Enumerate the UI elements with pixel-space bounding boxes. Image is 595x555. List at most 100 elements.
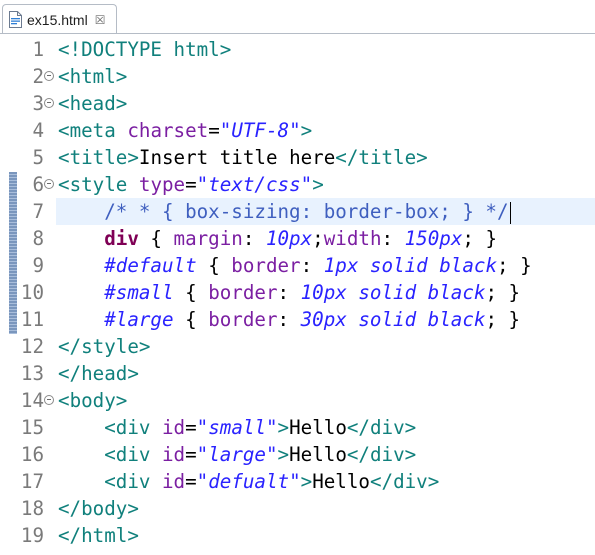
code-token: "text/css": [196, 173, 313, 196]
tab-ex15-html[interactable]: ex15.html ☒: [2, 4, 117, 34]
code-token: </: [335, 146, 359, 169]
code-token: html: [69, 65, 116, 88]
code-token: >: [127, 497, 139, 520]
code-text: div { margin: 10px;width: 150px; }: [58, 225, 497, 252]
line-number: 8: [32, 227, 44, 250]
line-number: 15: [20, 416, 44, 439]
fold-toggle-icon[interactable]: [44, 179, 54, 189]
tab-title: ex15.html: [27, 11, 88, 28]
code-token: div: [393, 470, 428, 493]
code-line[interactable]: 1 <!DOCTYPE html>: [0, 36, 595, 63]
code-token: </: [58, 524, 82, 547]
code-token: <: [104, 443, 116, 466]
line-number: 18: [20, 497, 44, 520]
code-line[interactable]: 7 /* * { box-sizing: border-box; } */: [0, 198, 595, 225]
code-editor[interactable]: 1 <!DOCTYPE html> 2 <html> 3 <head> 4 <meta cha…: [0, 34, 595, 555]
code-token: >: [127, 524, 139, 547]
code-token: >: [138, 335, 151, 358]
code-line[interactable]: 8 div { margin: 10px;width: 150px; }: [0, 225, 595, 252]
close-tab-icon[interactable]: ☒: [95, 14, 106, 26]
code-text: </body>: [58, 495, 139, 522]
code-token: ; }: [462, 227, 498, 250]
code-token: "UTF-8": [219, 119, 301, 142]
code-token: border: [231, 254, 301, 277]
code-line[interactable]: 19 </html>: [0, 522, 595, 549]
line-number: 11: [20, 308, 44, 331]
code-text: #large { border: 30px solid black; }: [58, 306, 520, 333]
code-line[interactable]: 13 </head>: [0, 360, 595, 387]
code-token: id: [162, 443, 186, 466]
line-number: 16: [20, 443, 44, 466]
code-token: <: [58, 119, 70, 142]
code-line[interactable]: 17 <div id="defualt">Hello</div>: [0, 468, 595, 495]
html-file-icon: [9, 11, 22, 28]
fold-toggle-icon[interactable]: [44, 98, 54, 108]
line-number: 13: [20, 362, 44, 385]
text-caret: [509, 201, 511, 224]
code-line[interactable]: 3 <head>: [0, 90, 595, 117]
code-token: :: [381, 227, 405, 250]
code-token: body: [69, 389, 116, 412]
code-token: div: [115, 443, 151, 466]
code-token: <: [58, 65, 70, 88]
code-token: </: [58, 497, 82, 520]
fold-toggle-icon[interactable]: [44, 71, 54, 81]
code-token: body: [81, 497, 128, 520]
code-token: <: [58, 92, 70, 115]
code-line[interactable]: 12 </style>: [0, 333, 595, 360]
code-line[interactable]: 15 <div id="small">Hello</div>: [0, 414, 595, 441]
line-number: 10: [20, 281, 44, 304]
line-number: 1: [32, 38, 44, 61]
code-token: >: [115, 389, 128, 412]
code-text: /* * { box-sizing: border-box; } */: [58, 198, 511, 225]
code-line[interactable]: 10 #small { border: 10px solid black; }: [0, 279, 595, 306]
line-number: 17: [20, 470, 44, 493]
line-number: 3: [32, 92, 44, 115]
code-token: #default: [104, 254, 197, 277]
code-token: border: [208, 308, 278, 331]
code-line[interactable]: 11 #large { border: 30px solid black; }: [0, 306, 595, 333]
code-token: Insert title here: [138, 146, 336, 169]
code-token: <: [58, 173, 70, 196]
code-token: </: [346, 416, 370, 439]
code-line[interactable]: 14 <body>: [0, 387, 595, 414]
code-token: </: [58, 362, 82, 385]
line-number: 19: [20, 524, 44, 547]
code-line[interactable]: 6 <style type="text/css">: [0, 171, 595, 198]
code-token: border: [208, 281, 278, 304]
code-line[interactable]: 9 #default { border: 1px solid black; }: [0, 252, 595, 279]
code-token: >: [312, 173, 324, 196]
code-token: div: [104, 227, 139, 250]
code-text: <div id="defualt">Hello</div>: [58, 468, 439, 495]
code-token: width: [323, 227, 382, 250]
code-token: :: [277, 281, 301, 304]
code-token: "defualt": [196, 470, 301, 493]
code-token: head: [81, 362, 128, 385]
code-token: >: [300, 470, 313, 493]
code-line[interactable]: 16 <div id="large">Hello</div>: [0, 441, 595, 468]
code-text: </html>: [58, 522, 139, 549]
code-token: div: [369, 443, 405, 466]
line-number: 2: [32, 65, 44, 88]
code-token: >: [219, 38, 232, 61]
code-token: =: [208, 119, 220, 142]
line-number: 5: [32, 146, 44, 169]
code-token: div: [115, 416, 151, 439]
code-token: 30px solid black: [300, 308, 486, 331]
code-line[interactable]: 5 <title>Insert title here</title>: [0, 144, 595, 171]
code-token: id: [162, 416, 186, 439]
fold-toggle-icon[interactable]: [44, 395, 54, 405]
code-line[interactable]: 2 <html>: [0, 63, 595, 90]
code-token: >: [427, 470, 440, 493]
code-line[interactable]: 4 <meta charset="UTF-8">: [0, 117, 595, 144]
code-token: Hello: [289, 416, 347, 439]
code-token: <: [104, 470, 116, 493]
code-line[interactable]: 18 </body>: [0, 495, 595, 522]
code-token: =: [185, 470, 197, 493]
